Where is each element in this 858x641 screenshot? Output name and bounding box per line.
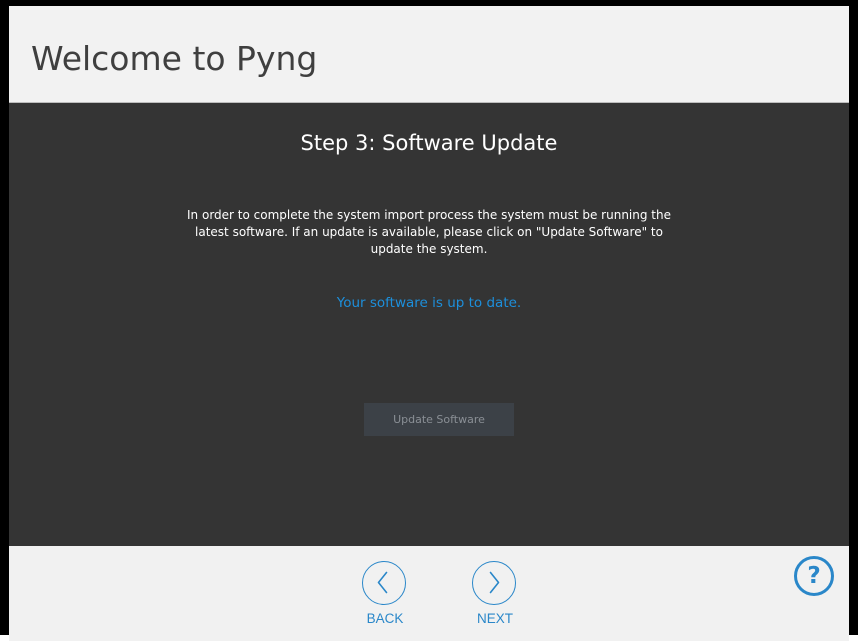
app-window: Welcome to Pyng Step 3: Software Update … [0, 0, 858, 641]
step-title: Step 3: Software Update [300, 131, 558, 155]
question-mark-icon: ? [807, 563, 821, 589]
next-label: NEXT [476, 611, 513, 626]
back-label: BACK [366, 611, 404, 626]
update-software-button[interactable]: Update Software [364, 403, 514, 436]
help-button[interactable]: ? [794, 556, 834, 596]
back-button[interactable]: BACK [355, 561, 415, 641]
header-bar: Welcome to Pyng [9, 6, 849, 103]
step-panel: Step 3: Software Update In order to comp… [9, 103, 849, 546]
page-title: Welcome to Pyng [31, 39, 318, 78]
chevron-right-icon [489, 571, 500, 594]
chevron-left-icon [377, 571, 388, 594]
next-circle [472, 561, 516, 605]
footer-nav: BACK NEXT ? [9, 546, 849, 641]
next-button[interactable]: NEXT [465, 561, 525, 641]
update-status-text: Your software is up to date. [336, 295, 522, 311]
step-description: In order to complete the system import p… [187, 208, 671, 256]
back-circle [362, 561, 406, 605]
